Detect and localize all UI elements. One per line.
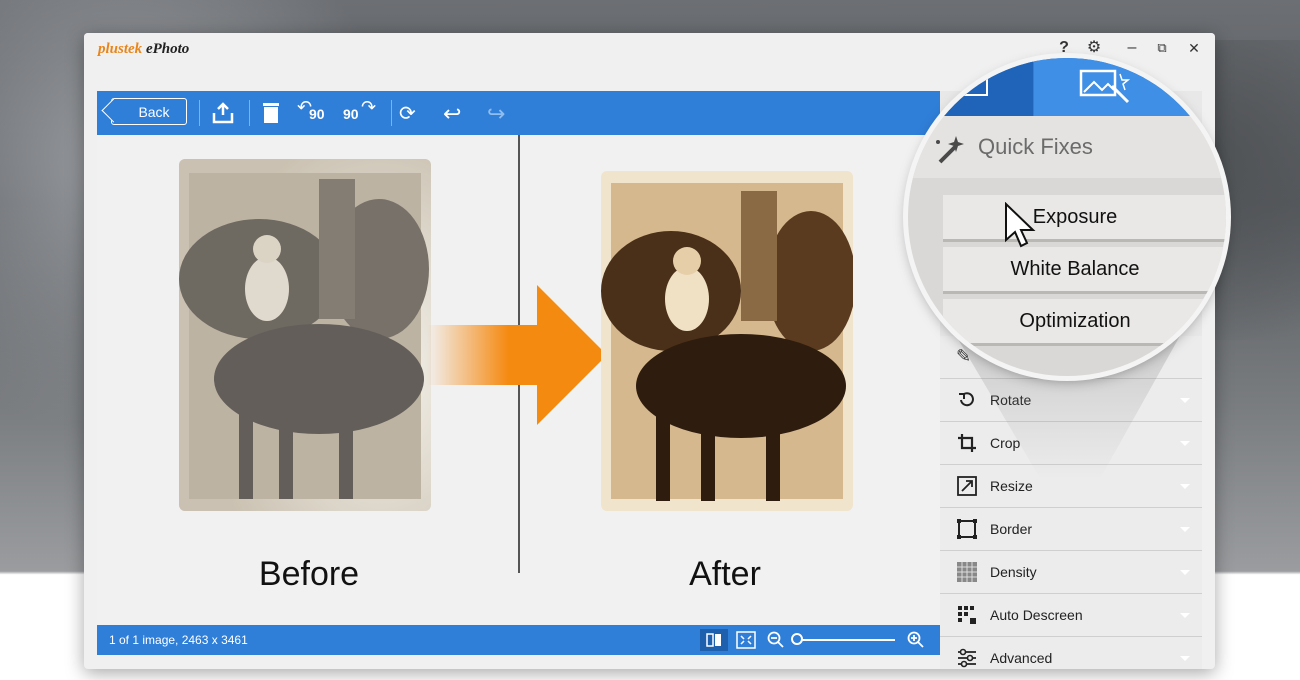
rotate-left-label: 90 xyxy=(309,106,325,122)
panel-item-label: Advanced xyxy=(990,650,1053,666)
quick-fixes-title: Quick Fixes xyxy=(978,134,1093,159)
chevron-down-icon[interactable] xyxy=(1180,441,1190,446)
before-photo xyxy=(179,159,431,511)
toolbar-separator xyxy=(391,100,392,126)
crop-icon xyxy=(956,432,978,454)
panel-item-density[interactable]: Density xyxy=(940,551,1202,594)
arrow-graphic xyxy=(427,285,607,425)
chevron-down-icon[interactable] xyxy=(1180,398,1190,403)
panel-item-label: Resize xyxy=(990,478,1033,494)
before-label: Before xyxy=(258,555,360,593)
settings-icon[interactable]: ⚙ xyxy=(1084,39,1104,57)
border-icon xyxy=(956,518,978,540)
fit-screen-icon[interactable] xyxy=(735,630,757,650)
photo-magic-icon xyxy=(1079,69,1131,104)
sliders-icon xyxy=(956,647,978,669)
panel-item-label: Auto Descreen xyxy=(990,607,1083,623)
app-logo: plustek ePhoto xyxy=(98,41,189,58)
close-icon[interactable]: ✕ xyxy=(1184,39,1204,57)
zoom-in-icon[interactable] xyxy=(907,631,925,649)
panel-item-advanced[interactable]: Advanced xyxy=(940,637,1202,669)
magic-wand-icon xyxy=(936,136,964,164)
rotate-right-icon[interactable]: 90 ↷ xyxy=(343,97,383,125)
rotate-left-icon[interactable]: ↶ 90 xyxy=(297,97,337,125)
chevron-down-icon[interactable] xyxy=(1180,613,1190,618)
zoom-slider-thumb[interactable] xyxy=(791,633,803,645)
mouse-cursor-icon xyxy=(1005,202,1036,248)
share-icon[interactable] xyxy=(209,101,237,125)
after-photo xyxy=(601,171,853,511)
toolbar-separator xyxy=(249,100,250,126)
panel-item-label: Border xyxy=(990,521,1033,537)
restore-icon[interactable]: ⧉ xyxy=(1152,39,1172,57)
panel-tabs xyxy=(908,58,1226,116)
chevron-down-icon[interactable] xyxy=(1180,484,1190,489)
app-name: ePhoto xyxy=(145,41,190,57)
compare-view-icon[interactable] xyxy=(700,629,728,651)
flip-icon[interactable]: ⟳ xyxy=(399,101,427,125)
rotate-icon xyxy=(956,389,978,411)
undo-icon[interactable]: ↩ xyxy=(443,101,471,126)
chevron-down-icon[interactable] xyxy=(1180,656,1190,661)
panel-item-label: Density xyxy=(990,564,1037,580)
panel-item-auto-descreen[interactable]: Auto Descreen xyxy=(940,594,1202,637)
exposure-button[interactable]: Exposure xyxy=(943,195,1226,239)
toolbar-separator xyxy=(199,100,200,126)
brand-name: plustek xyxy=(98,41,143,57)
tab-edit[interactable] xyxy=(908,58,1033,116)
optimization-button[interactable]: Optimization xyxy=(943,299,1226,343)
redo-icon[interactable]: ↪ xyxy=(487,101,515,126)
white-balance-button[interactable]: White Balance xyxy=(943,247,1226,291)
tab-quick-fix[interactable] xyxy=(1034,58,1226,116)
rotate-right-label: 90 xyxy=(343,106,359,122)
descreen-icon xyxy=(956,604,978,626)
density-icon xyxy=(956,561,978,583)
zoom-slider-track[interactable] xyxy=(795,639,895,641)
magnifier-callout: Quick Fixes Exposure White Balance Optim… xyxy=(908,58,1226,376)
after-label: After xyxy=(689,555,761,593)
status-bar: 1 of 1 image, 2463 x 3461 xyxy=(97,625,940,655)
image-info: 1 of 1 image, 2463 x 3461 xyxy=(109,633,248,647)
help-icon[interactable]: ? xyxy=(1054,39,1074,57)
minimize-icon[interactable]: – xyxy=(1122,39,1142,57)
chevron-down-icon[interactable] xyxy=(1180,570,1190,575)
zoom-out-icon[interactable] xyxy=(767,631,785,649)
delete-icon[interactable] xyxy=(257,101,285,125)
chevron-down-icon[interactable] xyxy=(1180,527,1190,532)
resize-icon xyxy=(956,475,978,497)
back-button[interactable]: Back xyxy=(111,98,187,125)
panel-item-label: Crop xyxy=(990,435,1021,451)
preview-area: Before After xyxy=(97,135,940,625)
panel-item-border[interactable]: Border xyxy=(940,508,1202,551)
